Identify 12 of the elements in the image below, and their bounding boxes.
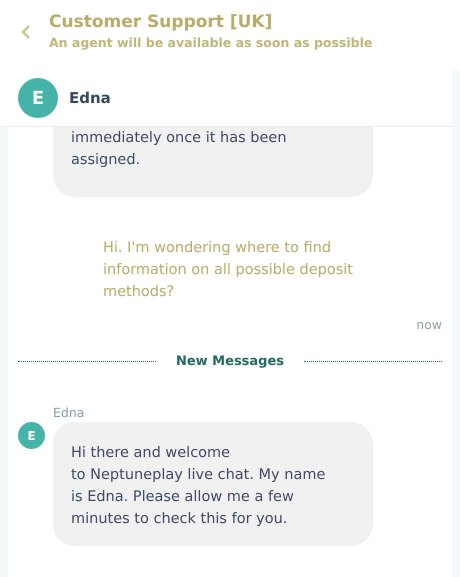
chat-subtitle: An agent will be available as soon as possible xyxy=(49,35,372,50)
agent-message: immediately once it has been assigned. xyxy=(53,127,373,197)
agent-name: Edna xyxy=(69,89,111,107)
agent-avatar: E xyxy=(18,78,58,118)
user-message: Hi. I'm wondering where to find information on all possible deposit methods? xyxy=(103,239,354,302)
back-icon[interactable] xyxy=(20,24,32,40)
agent-message: Hi there and welcome to Neptuneplay live chat. My name is Edna. Please allow me a few minutes to check this for you. xyxy=(53,422,373,546)
sender-name: Edna xyxy=(53,405,86,420)
message-time: now xyxy=(416,317,442,332)
chat-title: Customer Support [UK] xyxy=(49,12,274,32)
new-messages-label: New Messages xyxy=(176,354,284,369)
agent-avatar: E xyxy=(18,422,45,449)
